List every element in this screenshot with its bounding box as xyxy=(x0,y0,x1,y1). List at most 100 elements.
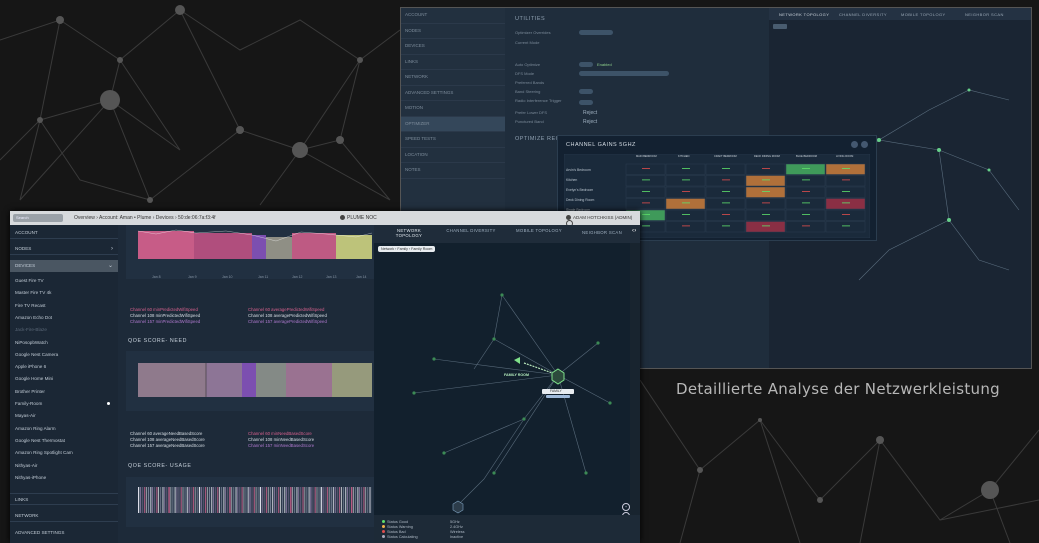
sidebar-device-item[interactable]: Brother Printer xyxy=(10,386,118,398)
breadcrumb[interactable]: Overview › Account: Aman • Plume › Devic… xyxy=(74,215,216,221)
band-24ghz: 2.4GHz xyxy=(450,525,463,529)
heatmap-row: Deck Dining Room xyxy=(566,198,595,202)
sidebar-item-devices[interactable]: DEVICES ⌄ xyxy=(10,260,118,272)
sidebar-item-nodes[interactable]: NODES › xyxy=(10,243,118,255)
front-screenshot: Search Overview › Account: Aman • Plume … xyxy=(10,211,640,543)
back-sidebar-item[interactable]: MOTION xyxy=(401,101,505,117)
sidebar-device-item[interactable]: Jack-Fire-Blaze xyxy=(10,324,118,336)
sidebar-device-item[interactable]: Nithyas-iPhone xyxy=(10,472,118,484)
toggle[interactable] xyxy=(579,100,593,105)
sidebar-item-links[interactable]: LINKS xyxy=(10,493,118,505)
back-sidebar-item[interactable]: ACCOUNT xyxy=(401,8,505,24)
heatmap-cell-marker xyxy=(762,168,770,169)
back-tab[interactable]: NETWORK TOPOLOGY xyxy=(779,12,829,17)
heatmap-cell xyxy=(745,209,786,221)
toggle[interactable] xyxy=(579,62,593,67)
heatmap-cell-marker xyxy=(722,202,730,204)
back-sidebar-item[interactable]: DEVICES xyxy=(401,39,505,55)
heatmap-row: Evelyn's Bedroom xyxy=(566,188,594,192)
node-family-room-label[interactable]: FAMILY ROOM xyxy=(504,373,529,377)
sidebar-device-item[interactable]: Apple iPhone 6 xyxy=(10,361,118,373)
heatmap-cell xyxy=(745,198,786,210)
zoom-in-icon[interactable]: + xyxy=(622,503,630,511)
usage-bar xyxy=(278,487,280,513)
usage-bar xyxy=(202,487,204,513)
reject-option[interactable]: Reject xyxy=(583,110,597,116)
back-sidebar-item[interactable]: LOCATION xyxy=(401,148,505,163)
usage-bar xyxy=(174,487,176,513)
usage-bar xyxy=(259,487,261,513)
sidebar-device-item[interactable]: Google Home Mini xyxy=(10,373,118,385)
back-sidebar-item[interactable]: SPEED TESTS xyxy=(401,132,505,148)
back-sidebar-item[interactable]: NETWORK xyxy=(401,70,505,86)
search-input[interactable]: Search xyxy=(13,214,63,222)
topology-map[interactable]: Network › Family › Family Room FAMILY RO… xyxy=(374,243,630,537)
toggle[interactable] xyxy=(579,89,593,94)
utilities-title: UTILITIES xyxy=(515,16,546,22)
device-charts: Jan 8 Jan 9 Jan 10 Jan 11 Jan 12 Jan 13 … xyxy=(118,225,376,543)
usage-bar xyxy=(261,487,263,513)
heatmap-cell-marker xyxy=(802,214,810,215)
sidebar-device-item[interactable]: Amazon Echo Dot xyxy=(10,312,118,324)
segmented-control[interactable] xyxy=(579,71,669,76)
back-sidebar-item[interactable]: ADVANCED SETTINGS xyxy=(401,86,505,101)
heatmap-cell xyxy=(625,198,666,210)
heatmap-cell xyxy=(825,163,866,175)
usage-bar xyxy=(312,487,314,513)
sidebar-device-item[interactable]: NiPosopbWatch xyxy=(10,337,118,349)
sidebar: ACCOUNT NODES › DEVICES ⌄ Guest Fire TV Mas… xyxy=(10,225,119,543)
heatmap-cell xyxy=(785,198,826,210)
heatmap-cell xyxy=(705,198,746,210)
back-tab[interactable]: MOBILE TOPOLOGY xyxy=(901,12,946,17)
tab-channel-diversity[interactable]: CHANNEL DIVERSITY xyxy=(446,228,496,233)
back-sidebar-item[interactable]: NOTES xyxy=(401,163,505,179)
usage-bar xyxy=(176,487,178,513)
sidebar-item-network[interactable]: NETWORK xyxy=(10,510,118,522)
usage-bar xyxy=(215,487,216,513)
usage-bar xyxy=(223,487,225,513)
usage-bar xyxy=(298,487,300,513)
x-tick: Jan 14 xyxy=(356,275,367,279)
sidebar-device-item[interactable]: Master Fire TV 4k xyxy=(10,287,118,299)
tab-neighbor-scan[interactable]: NEIGHBOR SCAN xyxy=(572,230,632,235)
sidebar-device-item[interactable]: Nithyas-Air xyxy=(10,460,118,472)
reject-option[interactable]: Reject xyxy=(583,119,597,125)
heatmap-cell-marker xyxy=(642,168,650,169)
setting-label: Current Mode xyxy=(515,40,540,45)
sidebar-item-advanced[interactable]: ADVANCED SETTINGS xyxy=(10,527,118,539)
close-icon[interactable] xyxy=(861,141,868,148)
sidebar-item-account[interactable]: ACCOUNT xyxy=(10,227,118,239)
map-breadcrumb[interactable]: Network › Family › Family Room xyxy=(378,246,436,252)
qoe-usage-chart xyxy=(126,477,376,527)
node-family-label[interactable]: FAMILY xyxy=(550,389,562,393)
sidebar-device-item[interactable]: Amazon Ring Spotlight Cam xyxy=(10,447,118,459)
sidebar-device-item[interactable]: Google Nest Camera xyxy=(10,349,118,361)
back-tab[interactable]: CHANNEL DIVERSITY xyxy=(839,12,887,17)
chevron-right-icon: › xyxy=(111,246,113,252)
legend-item: Channel 157 averagePredictedWifiSpeed xyxy=(248,319,327,324)
sidebar-device-item[interactable]: Mayas-Air xyxy=(10,410,118,422)
usage-bar xyxy=(282,487,283,513)
usage-bar xyxy=(194,487,196,513)
heatmap-cell-marker xyxy=(682,168,690,169)
usage-bar xyxy=(314,487,316,513)
tab-network-topology[interactable]: NETWORK TOPOLOGY xyxy=(384,228,434,238)
tab-mobile-topology[interactable]: MOBILE TOPOLOGY xyxy=(514,228,564,233)
collapse-icon[interactable]: ‹› xyxy=(632,228,637,234)
setting-pill[interactable] xyxy=(579,30,613,35)
back-sidebar-item-selected[interactable]: OPTIMIZER xyxy=(401,116,505,132)
sidebar-device-item[interactable]: Fire TV Recast xyxy=(10,300,118,312)
sidebar-device-item[interactable]: Amazon Ring Alarm xyxy=(10,423,118,435)
heatmap-col: CRAFT BEDROOM xyxy=(714,155,737,158)
heatmap-cell-marker xyxy=(762,179,770,181)
sidebar-device-item[interactable]: Family-Room xyxy=(10,398,118,410)
back-tab[interactable]: NEIGHBOR SCAN xyxy=(965,12,1004,17)
sidebar-device-item[interactable]: Guest Fire TV xyxy=(10,275,118,287)
heatmap-cell xyxy=(665,175,706,187)
back-sidebar-item[interactable]: NODES xyxy=(401,24,505,39)
back-sidebar-item[interactable]: LINKS xyxy=(401,55,505,70)
sidebar-device-item[interactable]: Google Nest Thermostat xyxy=(10,435,118,447)
usage-bar xyxy=(306,487,308,513)
settings-icon[interactable] xyxy=(851,141,858,148)
heatmap-cell xyxy=(665,221,706,233)
